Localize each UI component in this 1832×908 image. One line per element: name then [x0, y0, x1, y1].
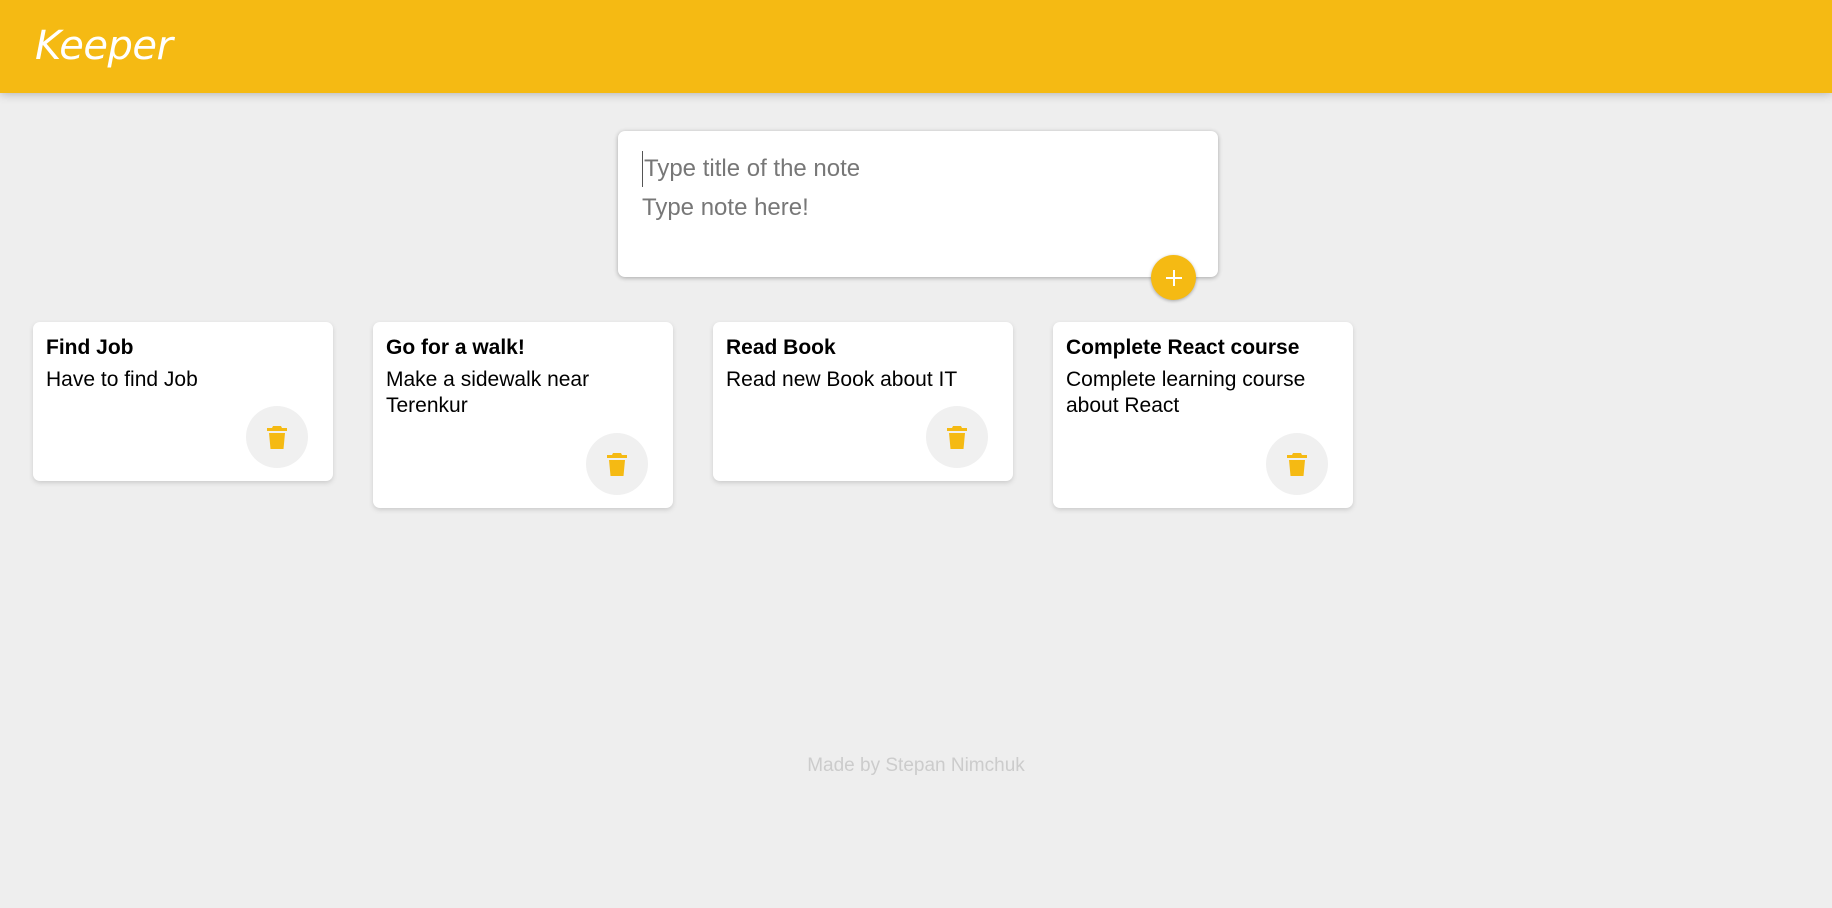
delete-note-button[interactable]: [246, 406, 308, 468]
app-header: Keeper: [0, 0, 1832, 93]
create-note-form: [618, 131, 1218, 277]
note-card: Go for a walk! Make a sidewalk near Tere…: [373, 322, 673, 508]
note-content-input[interactable]: [642, 190, 1194, 250]
trash-icon: [1287, 453, 1307, 476]
note-content: Make a sidewalk near Terenkur: [386, 368, 595, 417]
delete-note-button[interactable]: [1266, 433, 1328, 495]
footer-text: Made by Stepan Nimchuk: [807, 755, 1025, 776]
note-title: Find Job: [46, 336, 134, 359]
note-title: Read Book: [726, 336, 836, 359]
footer: Made by Stepan Nimchuk: [0, 755, 1832, 777]
note-card: Complete React course Complete learning …: [1053, 322, 1353, 508]
note-content: Complete learning course about React: [1066, 368, 1312, 417]
trash-icon: [947, 426, 967, 449]
trash-icon: [607, 453, 627, 476]
note-content: Have to find Job: [46, 368, 198, 391]
delete-note-button[interactable]: [926, 406, 988, 468]
trash-icon: [267, 426, 287, 449]
app-title: Keeper: [35, 23, 173, 69]
note-content: Read new Book about IT: [726, 368, 958, 391]
delete-note-button[interactable]: [586, 433, 648, 495]
plus-icon: [1165, 269, 1182, 286]
note-title: Go for a walk!: [386, 336, 525, 359]
note-title-input[interactable]: [642, 151, 1194, 187]
note-title: Complete React course: [1066, 336, 1300, 359]
note-card: Find Job Have to find Job: [33, 322, 333, 481]
add-note-button[interactable]: [1151, 255, 1196, 300]
note-card: Read Book Read new Book about IT: [713, 322, 1013, 481]
